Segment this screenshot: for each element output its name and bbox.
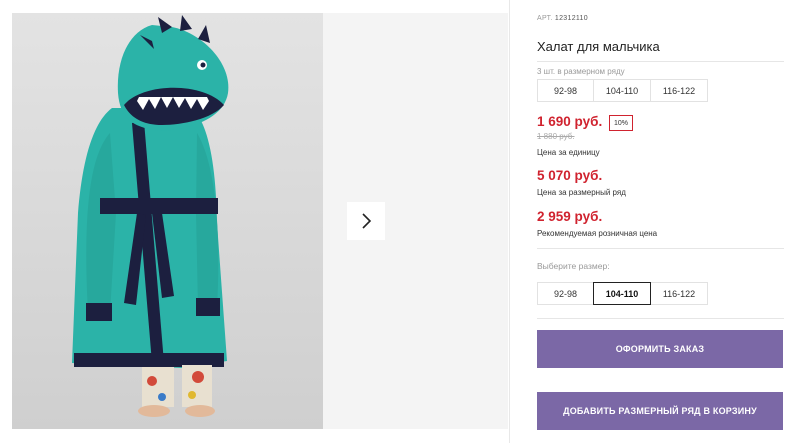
order-button[interactable]: ОФОРМИТЬ ЗАКАЗ	[537, 330, 783, 368]
pack-sizes: 92-98 104-110 116-122	[537, 79, 708, 102]
article-value: 12312110	[554, 15, 588, 22]
pack-size-item: 116-122	[650, 79, 708, 102]
discount-badge: 10%	[609, 115, 633, 131]
column-divider	[509, 0, 510, 443]
price-divider	[537, 248, 784, 249]
pack-size-item: 104-110	[593, 79, 651, 102]
unit-price-caption: Цена за единицу	[537, 148, 600, 157]
pack-size-item: 92-98	[537, 79, 594, 102]
unit-price: 1 690 руб.	[537, 114, 603, 129]
article-number: АРТ. 12312110	[537, 15, 588, 22]
size-selector-label: Выберите размер:	[537, 261, 610, 271]
article-label: АРТ.	[537, 15, 553, 22]
retail-price: 2 959 руб.	[537, 209, 603, 224]
size-option-116-122[interactable]: 116-122	[650, 282, 708, 305]
product-title: Халат для мальчика	[537, 39, 660, 54]
product-photo-image	[12, 13, 323, 429]
set-price-caption: Цена за размерный ряд	[537, 188, 626, 197]
retail-price-caption: Рекомендуемая розничная цена	[537, 229, 658, 238]
size-divider	[537, 318, 784, 319]
pack-info: 3 шт. в размерном ряду	[537, 67, 625, 76]
add-to-cart-button[interactable]: ДОБАВИТЬ РАЗМЕРНЫЙ РЯД В КОРЗИНУ	[537, 392, 783, 430]
size-option-92-98[interactable]: 92-98	[537, 282, 594, 305]
title-divider	[537, 61, 784, 62]
size-option-104-110[interactable]: 104-110	[593, 282, 651, 305]
set-price: 5 070 руб.	[537, 168, 603, 183]
product-gallery	[12, 13, 508, 429]
chevron-right-icon	[362, 213, 372, 229]
product-photo	[12, 13, 323, 429]
size-selector: 92-98 104-110 116-122	[537, 282, 708, 305]
old-price: 1 880 руб.	[537, 132, 575, 141]
gallery-next-button[interactable]	[347, 202, 385, 240]
